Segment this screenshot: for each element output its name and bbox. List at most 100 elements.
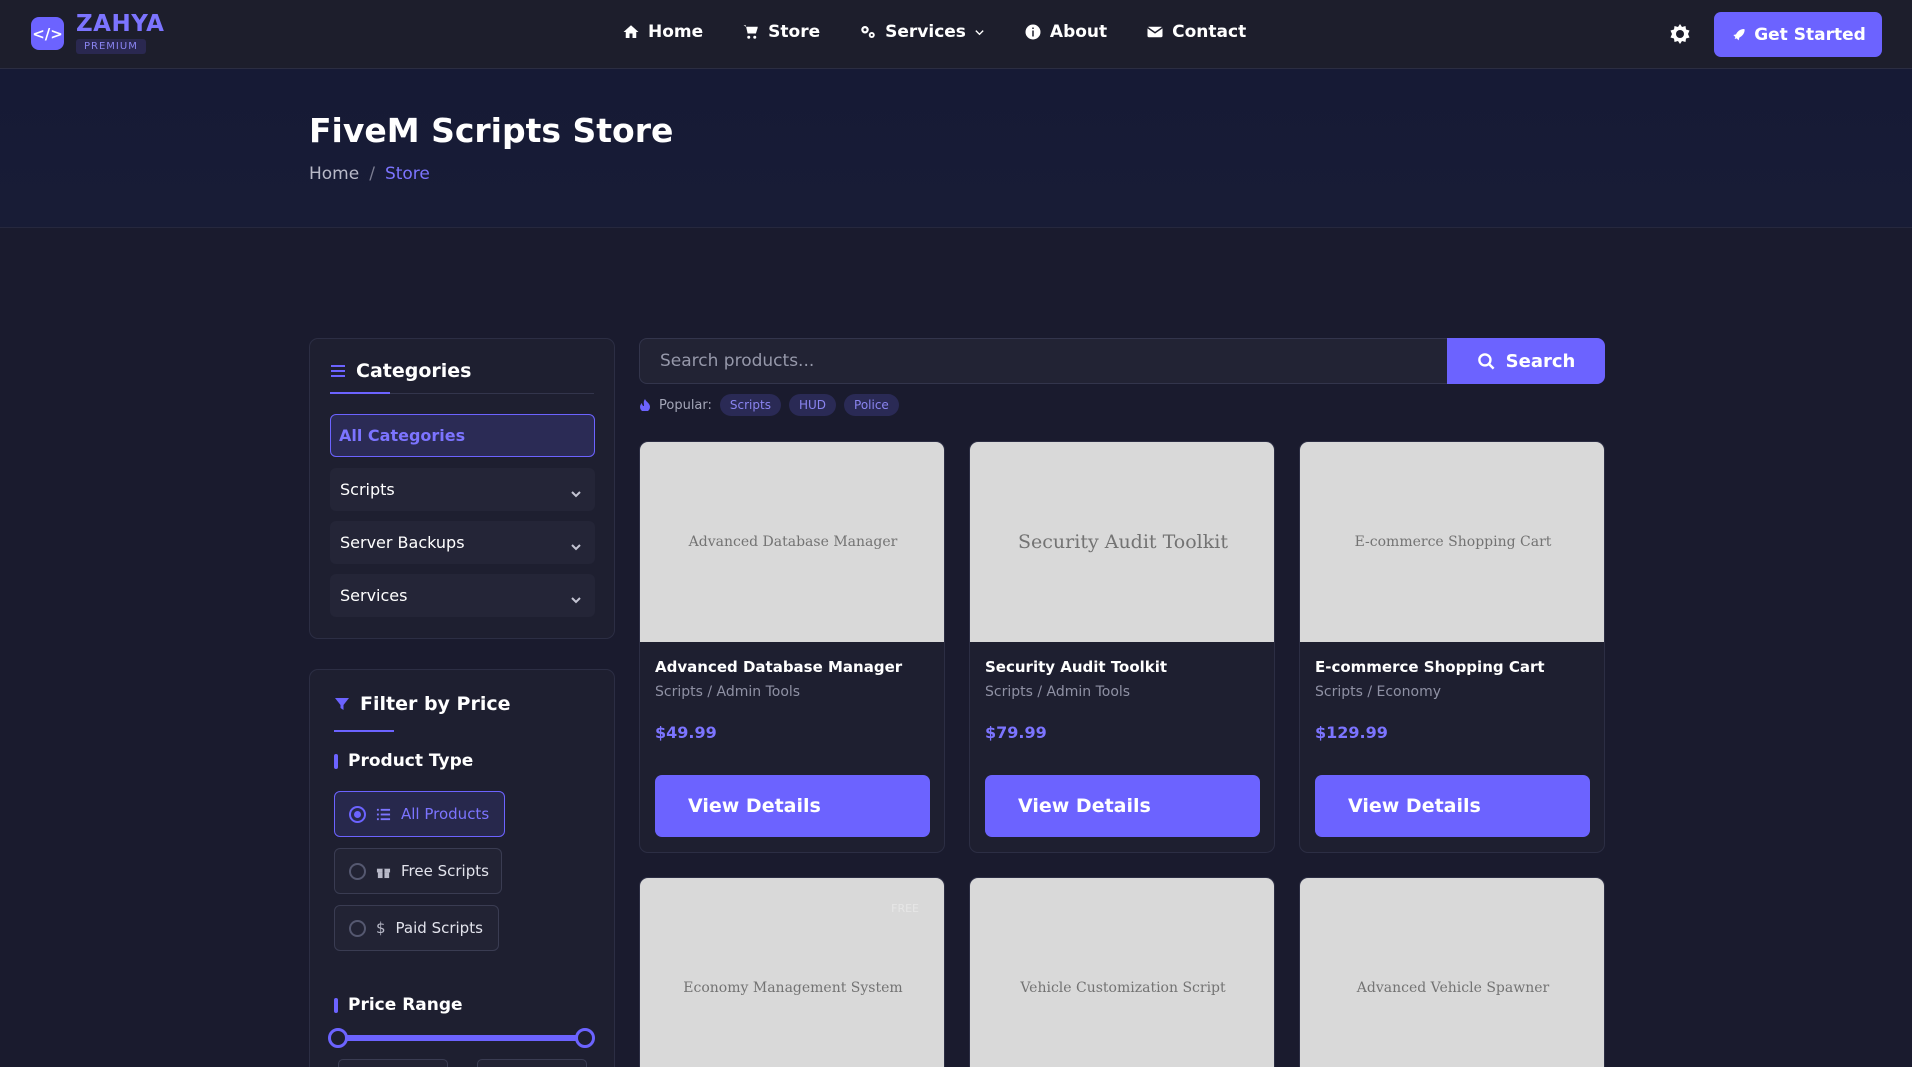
- chevron-down-icon: [975, 29, 984, 35]
- radio-icon[interactable]: [349, 862, 366, 880]
- category-all-label: All Categories: [339, 426, 466, 445]
- theme-toggle-gear-icon[interactable]: [1668, 22, 1694, 48]
- chevron-down-icon: [571, 484, 581, 498]
- price-filter-heading: Filter by Price: [334, 693, 511, 715]
- filter-icon: [335, 698, 349, 710]
- product-card[interactable]: Advanced Database Manager Advanced Datab…: [639, 441, 945, 853]
- popular-tags: Popular: Scripts HUD Police: [639, 394, 899, 416]
- product-card[interactable]: E-commerce Shopping Cart E-commerce Shop…: [1299, 441, 1605, 853]
- product-thumbnail[interactable]: Advanced Vehicle Spawner: [1300, 878, 1604, 1067]
- free-badge: FREE: [891, 902, 919, 915]
- accent-bar: [334, 753, 338, 769]
- view-details-button[interactable]: View Details: [1315, 775, 1590, 837]
- product-type-label: Product Type: [348, 751, 474, 771]
- nav-links: Home Store Services About Contact: [622, 22, 1246, 42]
- product-title[interactable]: Advanced Database Manager: [655, 658, 902, 676]
- search-icon: [1477, 352, 1495, 369]
- product-title[interactable]: Security Audit Toolkit: [985, 658, 1167, 676]
- nav-services[interactable]: Services: [859, 22, 985, 42]
- category-scripts[interactable]: Scripts: [330, 468, 595, 511]
- search-button-label: Search: [1505, 350, 1576, 372]
- envelope-icon: [1147, 26, 1164, 38]
- tag-police[interactable]: Police: [844, 394, 899, 416]
- product-price: $79.99: [985, 723, 1047, 742]
- top-navbar: </> ZAHYA PREMIUM Home Store Services Ab…: [0, 0, 1912, 69]
- price-min-handle[interactable]: [328, 1028, 348, 1048]
- nav-home-label: Home: [648, 22, 704, 42]
- category-all[interactable]: All Categories: [330, 414, 595, 457]
- get-started-button[interactable]: Get Started: [1714, 12, 1882, 57]
- view-details-button[interactable]: View Details: [655, 775, 930, 837]
- radio-icon[interactable]: [349, 919, 366, 937]
- product-thumbnail[interactable]: E-commerce Shopping Cart: [1300, 442, 1604, 642]
- premium-badge: PREMIUM: [76, 39, 146, 54]
- rocket-icon: [1733, 28, 1745, 40]
- price-filter-panel: Filter by Price Product Type All Product…: [309, 669, 615, 1067]
- price-max-input[interactable]: [477, 1059, 587, 1067]
- nav-services-label: Services: [885, 22, 966, 42]
- nav-store-label: Store: [768, 22, 821, 42]
- product-thumbnail[interactable]: Vehicle Customization Script: [970, 878, 1274, 1067]
- product-card[interactable]: Advanced Vehicle Spawner: [1299, 877, 1605, 1067]
- category-scripts-label: Scripts: [340, 480, 395, 499]
- product-title[interactable]: E-commerce Shopping Cart: [1315, 658, 1545, 676]
- price-max-handle[interactable]: [575, 1028, 595, 1048]
- price-range-label: Price Range: [348, 995, 463, 1015]
- dollar-icon: $: [376, 919, 386, 937]
- gift-icon: [376, 868, 391, 878]
- category-services-label: Services: [340, 586, 408, 605]
- home-icon: [623, 25, 639, 38]
- nav-about[interactable]: About: [1024, 22, 1107, 42]
- price-filter-title: Filter by Price: [360, 693, 511, 715]
- breadcrumb-separator: /: [369, 164, 375, 184]
- category-server-backups[interactable]: Server Backups: [330, 521, 595, 564]
- category-server-backups-label: Server Backups: [340, 533, 465, 552]
- product-thumbnail[interactable]: Advanced Database Manager: [640, 442, 944, 642]
- nav-store[interactable]: Store: [742, 22, 820, 42]
- chevron-down-icon: [571, 590, 581, 604]
- product-category: Scripts / Economy: [1315, 684, 1441, 700]
- tag-scripts[interactable]: Scripts: [719, 394, 781, 416]
- categories-panel: Categories All Categories Scripts Server…: [309, 338, 615, 639]
- divider-accent: [330, 392, 390, 394]
- info-icon: [1025, 24, 1041, 40]
- search-bar: Search: [639, 338, 1605, 384]
- price-min-input[interactable]: [338, 1059, 448, 1067]
- breadcrumb-home[interactable]: Home: [309, 164, 359, 184]
- tag-hud[interactable]: HUD: [788, 394, 837, 416]
- logo-icon[interactable]: </>: [31, 17, 64, 50]
- divider-accent: [334, 730, 394, 732]
- nav-home[interactable]: Home: [622, 22, 703, 42]
- category-services[interactable]: Services: [330, 574, 595, 617]
- brand-name[interactable]: ZAHYA: [76, 11, 164, 37]
- accent-bar: [334, 997, 338, 1013]
- price-range-track[interactable]: [340, 1035, 586, 1041]
- categories-title: Categories: [356, 360, 472, 382]
- product-card[interactable]: Economy Management System FREE: [639, 877, 945, 1067]
- type-all-products[interactable]: All Products: [334, 791, 505, 837]
- product-card[interactable]: Vehicle Customization Script: [969, 877, 1275, 1067]
- gears-icon: [861, 26, 875, 38]
- view-details-button[interactable]: View Details: [985, 775, 1260, 837]
- nav-contact-label: Contact: [1172, 22, 1247, 42]
- nav-contact[interactable]: Contact: [1146, 22, 1246, 42]
- product-thumbnail[interactable]: Security Audit Toolkit: [970, 442, 1274, 642]
- page-header: FiveM Scripts Store Home / Store: [0, 69, 1912, 228]
- popular-label: Popular:: [659, 397, 712, 413]
- type-all-products-label: All Products: [401, 805, 490, 823]
- product-card[interactable]: Security Audit Toolkit Security Audit To…: [969, 441, 1275, 853]
- page-title: FiveM Scripts Store: [309, 111, 674, 150]
- search-button[interactable]: Search: [1447, 338, 1605, 384]
- radio-icon[interactable]: [349, 805, 366, 823]
- type-paid-scripts[interactable]: $ Paid Scripts: [334, 905, 499, 951]
- nav-about-label: About: [1049, 22, 1108, 42]
- product-category: Scripts / Admin Tools: [655, 684, 801, 700]
- fire-icon: [640, 399, 650, 411]
- list-icon: [331, 365, 345, 377]
- search-input[interactable]: [639, 338, 1449, 384]
- type-free-scripts-label: Free Scripts: [401, 862, 489, 880]
- breadcrumb: Home / Store: [309, 164, 430, 184]
- type-free-scripts[interactable]: Free Scripts: [334, 848, 502, 894]
- product-category: Scripts / Admin Tools: [985, 684, 1131, 700]
- product-type-heading: Product Type: [334, 751, 473, 771]
